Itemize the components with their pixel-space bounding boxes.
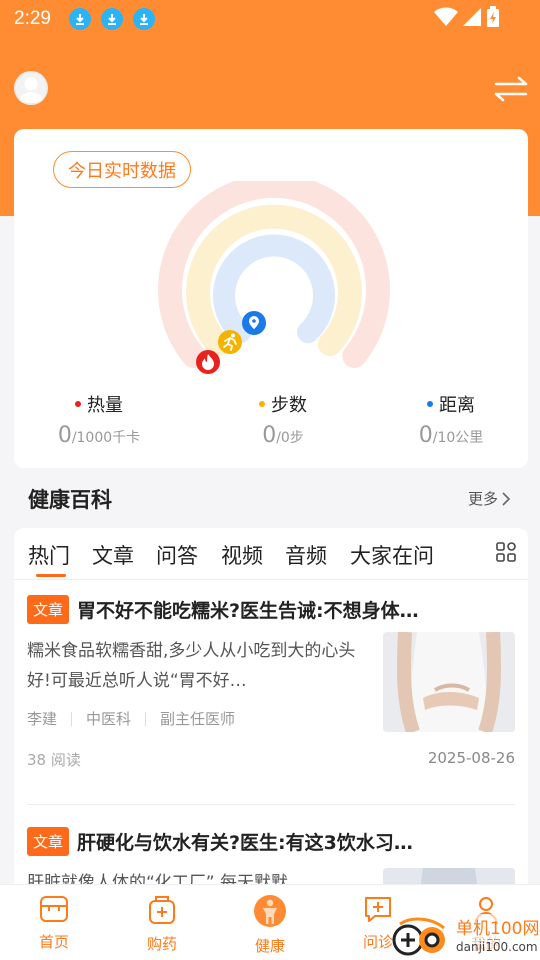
article-date: 2025-08-26 xyxy=(427,749,515,767)
nav-label: 首页 xyxy=(38,933,69,951)
metric-distance: 距离 0/10公里 xyxy=(376,391,526,448)
download-icon xyxy=(68,8,91,30)
metric-value: 0 xyxy=(418,423,433,448)
status-bar: 2:29 xyxy=(0,0,540,38)
watermark-logo: 单机100网 danji100.com xyxy=(392,914,540,960)
article-role: 副主任医师 xyxy=(160,710,236,728)
meta-divider xyxy=(145,711,147,726)
content-panel: 热门 文章 问答 视频 音频 大家在问 文章 胃不好不能吃糯米?医生告诫:不想身… xyxy=(14,528,528,888)
nav-health[interactable]: 健康 xyxy=(230,895,310,956)
category-tabs: 热门 文章 问答 视频 音频 大家在问 xyxy=(14,528,528,580)
switch-icon[interactable] xyxy=(494,76,528,102)
metric-label: 热量 xyxy=(87,395,123,416)
more-label: 更多 xyxy=(467,490,498,508)
tab-video[interactable]: 视频 xyxy=(221,540,263,570)
metric-unit: /0步 xyxy=(276,430,304,446)
section-title: 健康百科 xyxy=(28,488,112,512)
medicine-icon xyxy=(149,896,175,924)
status-time: 2:29 xyxy=(14,8,51,29)
running-icon xyxy=(218,330,242,354)
article-tag: 文章 xyxy=(27,594,70,624)
article-title[interactable]: 胃不好不能吃糯米?医生告诫:不想身体… xyxy=(77,596,419,623)
nav-medicine[interactable]: 购药 xyxy=(122,895,202,954)
distance-dot xyxy=(427,401,433,407)
signal-icon xyxy=(463,8,481,26)
nav-label: 购药 xyxy=(146,935,177,953)
metric-label: 距离 xyxy=(439,395,475,416)
article-card[interactable]: 文章 胃不好不能吃糯米?医生告诫:不想身体… 糯米食品软糯香甜,多少人从小吃到大… xyxy=(27,592,515,792)
realtime-data-card: 今日实时数据 热量 0/1000千卡 步数 0/0步 距离 0/10公里 xyxy=(14,129,528,468)
chevron-right-icon xyxy=(502,491,510,506)
tab-hot[interactable]: 热门 xyxy=(28,540,70,570)
home-icon xyxy=(40,896,68,922)
article-author: 李建 xyxy=(27,710,58,728)
tab-audio[interactable]: 音频 xyxy=(285,540,327,570)
watermark-url: danji100.com xyxy=(456,940,538,954)
wifi-icon xyxy=(434,7,458,26)
active-tab-indicator xyxy=(36,574,66,577)
grid-icon[interactable] xyxy=(496,542,516,562)
calories-dot xyxy=(75,401,81,407)
more-link[interactable]: 更多 xyxy=(468,488,510,509)
article-department: 中医科 xyxy=(86,710,132,728)
metric-value: 0 xyxy=(57,423,72,448)
meta-divider xyxy=(71,711,73,726)
location-icon xyxy=(242,311,266,335)
metric-unit: /1000千卡 xyxy=(71,430,141,446)
article-tag: 文章 xyxy=(27,826,70,856)
avatar[interactable] xyxy=(14,71,48,105)
health-icon xyxy=(254,895,286,927)
article-reads: 38 阅读 xyxy=(27,751,81,769)
article-card[interactable]: 文章 肝硬化与饮水有关?医生:有这3饮水习… 肝脏就像人体的“化工厂”,每天默默 xyxy=(27,824,515,888)
metric-steps: 步数 0/0步 xyxy=(208,391,358,448)
battery-icon xyxy=(487,6,499,27)
watermark-text: 单机100网 xyxy=(456,914,540,939)
metric-value: 0 xyxy=(262,423,277,448)
download-icon xyxy=(132,8,155,30)
article-divider xyxy=(27,804,515,805)
nav-label: 健康 xyxy=(254,937,285,955)
consult-icon xyxy=(365,897,391,922)
article-thumbnail[interactable] xyxy=(383,632,515,732)
tab-everyone-asks[interactable]: 大家在问 xyxy=(350,540,434,570)
nav-home[interactable]: 首页 xyxy=(14,895,94,952)
tab-qa[interactable]: 问答 xyxy=(156,540,198,570)
activity-rings xyxy=(158,181,390,374)
metric-label: 步数 xyxy=(271,395,307,416)
article-desc: 糯米食品软糯香甜,多少人从小吃到大的心头好!可最近总听人说“胃不好… xyxy=(27,641,356,691)
tab-articles[interactable]: 文章 xyxy=(92,540,134,570)
download-icon xyxy=(100,8,123,30)
article-title[interactable]: 肝硬化与饮水有关?医生:有这3饮水习… xyxy=(77,828,413,855)
fire-icon xyxy=(196,350,220,374)
metric-unit: /10公里 xyxy=(432,430,484,446)
steps-dot xyxy=(259,401,265,407)
metric-calories: 热量 0/1000千卡 xyxy=(24,391,174,448)
